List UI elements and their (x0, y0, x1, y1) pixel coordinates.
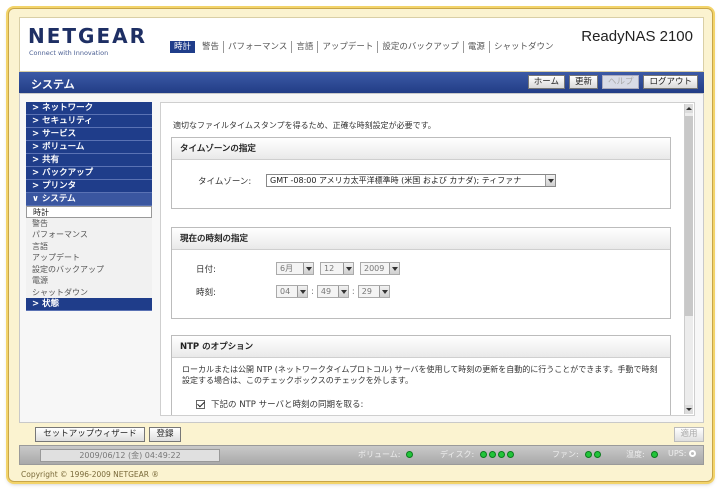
tab-update[interactable]: アップデート (318, 41, 379, 53)
sidebar-item-services[interactable]: > サービス (26, 128, 152, 141)
sidebar-subitem-language[interactable]: 言語 (26, 240, 152, 252)
main-panel: 適切なファイルタイムスタンプを得るため、正確な時刻設定が必要です。 タイムゾーン… (160, 102, 695, 416)
product-name: ReadyNAS 2100 (581, 28, 693, 45)
tab-alerts[interactable]: 警告 (198, 41, 225, 53)
disk-status-icon (498, 451, 506, 458)
scroll-down-icon[interactable] (685, 405, 693, 414)
temperature-status[interactable]: 温度: (626, 449, 658, 460)
volume-status-icon (406, 451, 414, 458)
logo-tagline: Connect with Innovation (29, 49, 109, 57)
chevron-down-icon (343, 263, 353, 274)
status-bar: 2009/06/12 (金) 04:49:22 ボリューム: ディスク: ファン… (19, 445, 704, 465)
volume-status[interactable]: ボリューム: (358, 449, 414, 460)
copyright: Copyright © 1996-2009 NETGEAR ® (21, 470, 159, 479)
second-select[interactable]: 29 (357, 285, 390, 298)
time-label: 時刻: (196, 287, 216, 298)
disk-status-icon (507, 451, 515, 458)
title-buttons: ホーム 更新 ヘルプ ログアウト (527, 75, 698, 89)
fan-status-icon (584, 451, 592, 458)
disk-status-icon (480, 451, 488, 458)
current-time-section-title: 現在の時刻の指定 (172, 228, 670, 250)
timezone-label: タイムゾーン: (198, 176, 252, 187)
help-button[interactable]: ヘルプ (601, 75, 640, 89)
content-area: > ネットワーク > セキュリティ > サービス > ボリューム > 共有 > … (19, 93, 704, 423)
bottom-button-bar: セットアップウィザード 登録 適用 (19, 425, 704, 443)
sidebar-subitem-clock[interactable]: 時計 (26, 206, 152, 218)
sidebar-subitem-power[interactable]: 電源 (26, 275, 152, 287)
intro-text: 適切なファイルタイムスタンプを得るため、正確な時刻設定が必要です。 (173, 121, 436, 130)
chevron-down-icon (297, 286, 307, 297)
sidebar-subitem-performance[interactable]: パフォーマンス (26, 229, 152, 241)
chevron-down-icon (545, 175, 555, 186)
page-title: システム (31, 78, 75, 91)
date-label: 日付: (196, 264, 216, 275)
logout-button[interactable]: ログアウト (643, 75, 698, 89)
minute-select[interactable]: 49 (316, 285, 349, 298)
sidebar-item-security[interactable]: > セキュリティ (26, 115, 152, 128)
main-scrollbar[interactable] (684, 104, 693, 414)
tab-config-backup[interactable]: 設定のバックアップ (378, 41, 464, 53)
home-button[interactable]: ホーム (527, 75, 565, 89)
sidebar-item-shares[interactable]: > 共有 (26, 154, 152, 167)
disk-status-icons (478, 451, 515, 458)
tab-shutdown[interactable]: シャットダウン (490, 41, 558, 53)
ups-status-icon (689, 450, 697, 457)
day-select[interactable]: 12 (320, 262, 354, 275)
header: NETGEAR Connect with Innovation ReadyNAS… (19, 17, 704, 72)
sidebar-subitem-update[interactable]: アップデート (26, 252, 152, 264)
tab-language[interactable]: 言語 (292, 41, 319, 53)
top-nav: 時計 警告 パフォーマンス 言語 アップデート 設定のバックアップ 電源 シャッ… (170, 41, 557, 53)
netgear-logo: NETGEAR (28, 24, 147, 48)
sidebar-item-backup[interactable]: > バックアップ (26, 167, 152, 180)
apply-button[interactable]: 適用 (674, 427, 704, 442)
timezone-value: GMT -08:00 アメリカ太平洋標準時 (米国 および カナダ); ティファ… (270, 176, 522, 185)
timezone-section: タイムゾーンの指定 タイムゾーン: GMT -08:00 アメリカ太平洋標準時 … (171, 137, 671, 209)
ntp-section-title: NTP のオプション (172, 336, 670, 358)
chevron-down-icon (303, 263, 313, 274)
chevron-down-icon (337, 286, 348, 297)
ntp-description: ローカルまたは公開 NTP (ネットワークタイムプロトコル) サーバを使用して時… (182, 365, 658, 385)
sidebar-subitem-alerts[interactable]: 警告 (26, 217, 152, 229)
tab-clock[interactable]: 時計 (170, 41, 196, 53)
sidebar-subitem-shutdown[interactable]: シャットダウン (26, 286, 152, 298)
scroll-up-icon[interactable] (685, 104, 693, 113)
system-datetime: 2009/06/12 (金) 04:49:22 (40, 449, 220, 462)
sidebar-subitem-config-backup[interactable]: 設定のバックアップ (26, 263, 152, 275)
timezone-select[interactable]: GMT -08:00 アメリカ太平洋標準時 (米国 および カナダ); ティファ… (266, 174, 556, 187)
sidebar-item-network[interactable]: > ネットワーク (26, 102, 152, 115)
ntp-sync-label: 下記の NTP サーバと時刻の同期を取る: (211, 400, 364, 410)
ntp-sync-checkbox[interactable] (196, 399, 205, 409)
refresh-button[interactable]: 更新 (568, 75, 598, 89)
chevron-down-icon (389, 263, 399, 274)
month-select[interactable]: 6月 (276, 262, 314, 275)
sidebar: > ネットワーク > セキュリティ > サービス > ボリューム > 共有 > … (26, 102, 152, 311)
sidebar-item-volumes[interactable]: > ボリューム (26, 141, 152, 154)
fan-status-icons (583, 451, 601, 458)
sidebar-item-system[interactable]: ∨ システム (26, 193, 152, 206)
sidebar-item-status[interactable]: > 状態 (26, 298, 152, 311)
disk-status[interactable]: ディスク: (440, 449, 515, 460)
scroll-thumb[interactable] (685, 116, 693, 316)
fan-status-icon (593, 451, 601, 458)
timezone-section-title: タイムゾーンの指定 (172, 138, 670, 160)
tab-power[interactable]: 電源 (464, 41, 490, 53)
disk-status-icon (489, 451, 497, 458)
temperature-status-icon (650, 451, 658, 458)
ntp-section: NTP のオプション ローカルまたは公開 NTP (ネットワークタイムプロトコル… (171, 335, 671, 415)
fan-status[interactable]: ファン: (552, 449, 601, 460)
register-button[interactable]: 登録 (149, 427, 181, 442)
app-frame: NETGEAR Connect with Innovation ReadyNAS… (8, 8, 713, 482)
chevron-down-icon (378, 286, 389, 297)
current-time-section: 現在の時刻の指定 日付: 6月 12 2009 時刻: 04: 49: 29 (171, 227, 671, 319)
sidebar-item-printers[interactable]: > プリンタ (26, 180, 152, 193)
setup-wizard-button[interactable]: セットアップウィザード (35, 427, 145, 442)
ups-status[interactable]: UPS: (668, 449, 697, 458)
year-select[interactable]: 2009 (360, 262, 400, 275)
hour-select[interactable]: 04 (276, 285, 308, 298)
tab-performance[interactable]: パフォーマンス (224, 41, 293, 53)
title-bar: システム ホーム 更新 ヘルプ ログアウト (19, 72, 704, 93)
